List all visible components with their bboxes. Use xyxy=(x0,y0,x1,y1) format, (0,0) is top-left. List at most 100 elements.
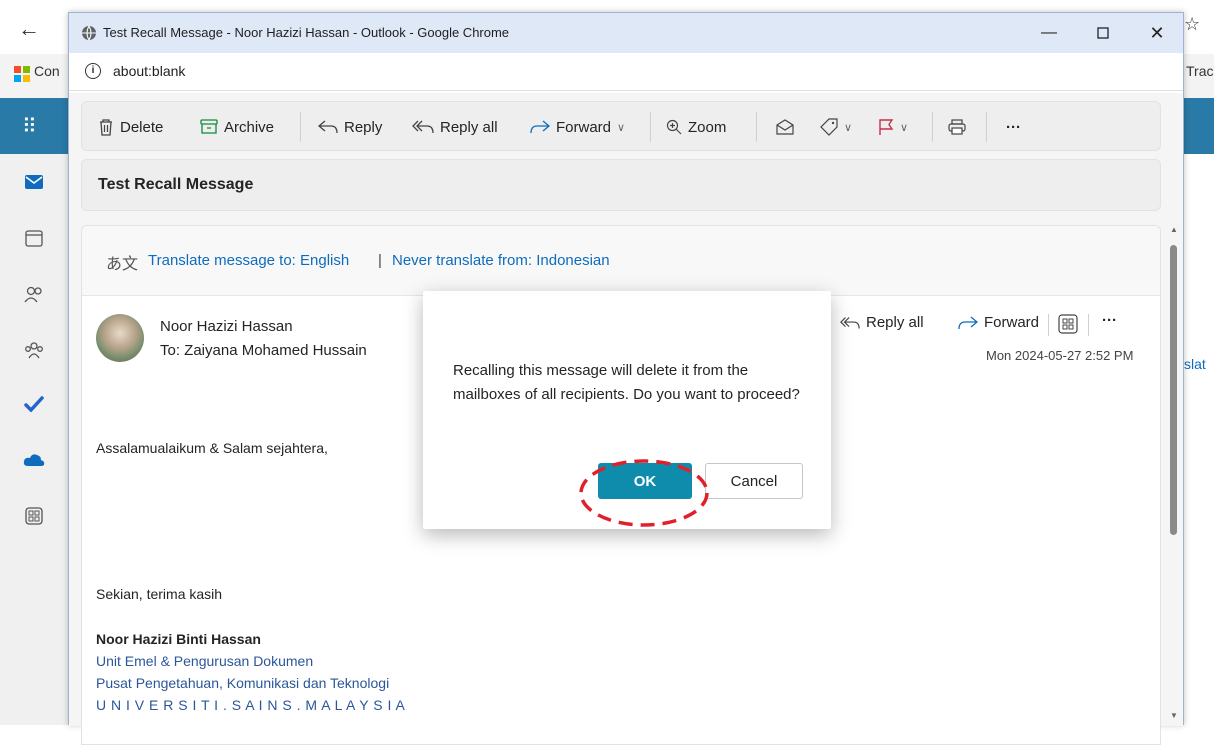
zoom-label: Zoom xyxy=(688,118,727,136)
window-title: Test Recall Message - Noor Hazizi Hassan… xyxy=(103,25,510,40)
categorize-button[interactable]: ∨ xyxy=(820,116,852,138)
bookmark-label-right[interactable]: Trac xyxy=(1186,63,1213,79)
divider xyxy=(1048,314,1049,336)
calendar-icon[interactable] xyxy=(20,224,48,252)
minimize-icon: — xyxy=(1041,24,1057,41)
more-icon: ··· xyxy=(1006,118,1021,136)
toolbar-divider xyxy=(932,112,933,142)
background-partial-text: slat xyxy=(1184,356,1206,372)
translate-separator: | xyxy=(378,252,382,269)
signature-name: Noor Hazizi Binti Hassan xyxy=(96,631,261,647)
url-text[interactable]: about:blank xyxy=(113,63,185,79)
envelope-open-icon xyxy=(776,119,794,135)
background-header-strip xyxy=(1182,98,1214,154)
people-icon[interactable] xyxy=(20,280,48,308)
zoom-button[interactable]: Zoom xyxy=(666,116,726,138)
trash-icon xyxy=(100,119,112,136)
reply-all-label: Reply all xyxy=(866,314,924,331)
signature-center: Pusat Pengetahuan, Komunikasi dan Teknol… xyxy=(96,675,390,691)
toolbar-divider xyxy=(986,112,987,142)
reply-all-icon xyxy=(412,120,434,134)
reply-all-button[interactable]: Reply all xyxy=(412,116,498,138)
apps-icon xyxy=(1058,314,1078,334)
apps-icon[interactable] xyxy=(20,502,48,530)
archive-icon xyxy=(200,119,218,134)
more-options-button[interactable]: ··· xyxy=(1006,116,1021,138)
todo-check-icon[interactable] xyxy=(20,390,48,418)
translate-icon: あ文 xyxy=(106,256,139,273)
minimize-button[interactable]: — xyxy=(1035,19,1063,47)
never-translate-link[interactable]: Never translate from: Indonesian xyxy=(392,252,610,269)
reply-label: Reply xyxy=(344,118,383,136)
scrollbar-thumb[interactable] xyxy=(1170,245,1177,535)
star-icon[interactable]: ☆ xyxy=(1184,14,1200,35)
signature-unit: Unit Emel & Pengurusan Dokumen xyxy=(96,653,314,669)
forward-arrow-icon xyxy=(958,316,978,329)
printer-icon xyxy=(948,119,966,135)
reply-arrow-icon xyxy=(318,120,338,134)
subject-title: Test Recall Message xyxy=(98,176,254,193)
reply-button[interactable]: Reply xyxy=(318,116,382,138)
more-icon: ··· xyxy=(1102,312,1117,329)
microsoft-logo-icon xyxy=(14,66,30,82)
waffle-icon[interactable]: ⠿ xyxy=(22,114,38,139)
body-greeting: Assalamualaikum & Salam sejahtera, xyxy=(96,440,328,456)
groups-icon[interactable] xyxy=(20,336,48,364)
archive-button[interactable]: Archive xyxy=(200,116,274,138)
tag-icon xyxy=(820,118,838,136)
print-button[interactable] xyxy=(948,116,966,138)
back-arrow-icon[interactable]: ← xyxy=(18,18,40,40)
cancel-button[interactable]: Cancel xyxy=(705,463,803,499)
translate-link[interactable]: Translate message to: English xyxy=(148,252,349,269)
message-date: Mon 2024-05-27 2:52 PM xyxy=(986,348,1134,363)
dialog-message: Recalling this message will delete it fr… xyxy=(453,362,800,403)
message-reply-all-button[interactable]: Reply all xyxy=(840,314,924,331)
zoom-icon xyxy=(666,119,682,135)
forward-label: Forward xyxy=(556,118,612,136)
reply-all-icon xyxy=(840,316,860,328)
message-toolbar: Delete Archive Reply Reply all Forward ∨ xyxy=(81,101,1161,151)
mail-icon[interactable] xyxy=(20,168,48,196)
background-right-strip: slat xyxy=(1182,98,1214,725)
chrome-popup-window: Test Recall Message - Noor Hazizi Hassan… xyxy=(68,12,1184,745)
signature-university: U N I V E R S I T I . S A I N S . M A L … xyxy=(96,697,406,713)
chevron-down-icon: ∨ xyxy=(844,121,853,134)
onedrive-cloud-icon[interactable] xyxy=(20,446,48,474)
toolbar-divider xyxy=(756,112,757,142)
delete-button[interactable]: Delete xyxy=(98,116,163,138)
scroll-down-icon[interactable]: ▼ xyxy=(1170,711,1178,720)
archive-label: Archive xyxy=(224,118,275,136)
recipient-line: To: Zaiyana Mohamed Hussain xyxy=(160,342,367,359)
maximize-icon xyxy=(1097,27,1109,39)
subject-bar: Test Recall Message xyxy=(81,159,1161,211)
chevron-down-icon: ∨ xyxy=(617,121,626,134)
close-button[interactable]: ✕ xyxy=(1143,19,1171,47)
message-more-button[interactable]: ··· xyxy=(1102,312,1117,329)
window-titlebar: Test Recall Message - Noor Hazizi Hassan… xyxy=(69,13,1183,53)
address-bar[interactable]: i about:blank xyxy=(69,53,1183,91)
translate-bar: あ文 Translate message to: English | Never… xyxy=(82,226,1160,296)
reply-all-label: Reply all xyxy=(440,118,498,136)
divider xyxy=(1088,314,1089,336)
info-icon[interactable]: i xyxy=(85,63,101,79)
scroll-up-icon[interactable]: ▲ xyxy=(1170,225,1178,234)
close-icon: ✕ xyxy=(1149,22,1165,43)
maximize-button[interactable] xyxy=(1089,19,1117,47)
apps-button[interactable] xyxy=(1058,314,1078,339)
app-launcher[interactable]: ⠿ xyxy=(0,98,68,154)
message-forward-button[interactable]: Forward xyxy=(958,314,1039,331)
forward-label: Forward xyxy=(984,314,1040,331)
bookmark-label[interactable]: Con xyxy=(34,63,60,79)
avatar[interactable] xyxy=(96,314,144,362)
toolbar-divider xyxy=(300,112,301,142)
sender-name[interactable]: Noor Hazizi Hassan xyxy=(160,318,293,335)
flag-icon xyxy=(879,119,894,135)
flag-button[interactable]: ∨ xyxy=(878,116,908,138)
globe-icon xyxy=(82,25,96,41)
forward-arrow-icon xyxy=(530,120,550,134)
chevron-down-icon: ∨ xyxy=(900,121,909,134)
mark-read-button[interactable] xyxy=(776,116,794,138)
forward-button[interactable]: Forward ∨ xyxy=(530,116,625,138)
scrollbar[interactable]: ▲ ▼ xyxy=(1169,225,1179,725)
body-closing: Sekian, terima kasih xyxy=(96,586,223,602)
